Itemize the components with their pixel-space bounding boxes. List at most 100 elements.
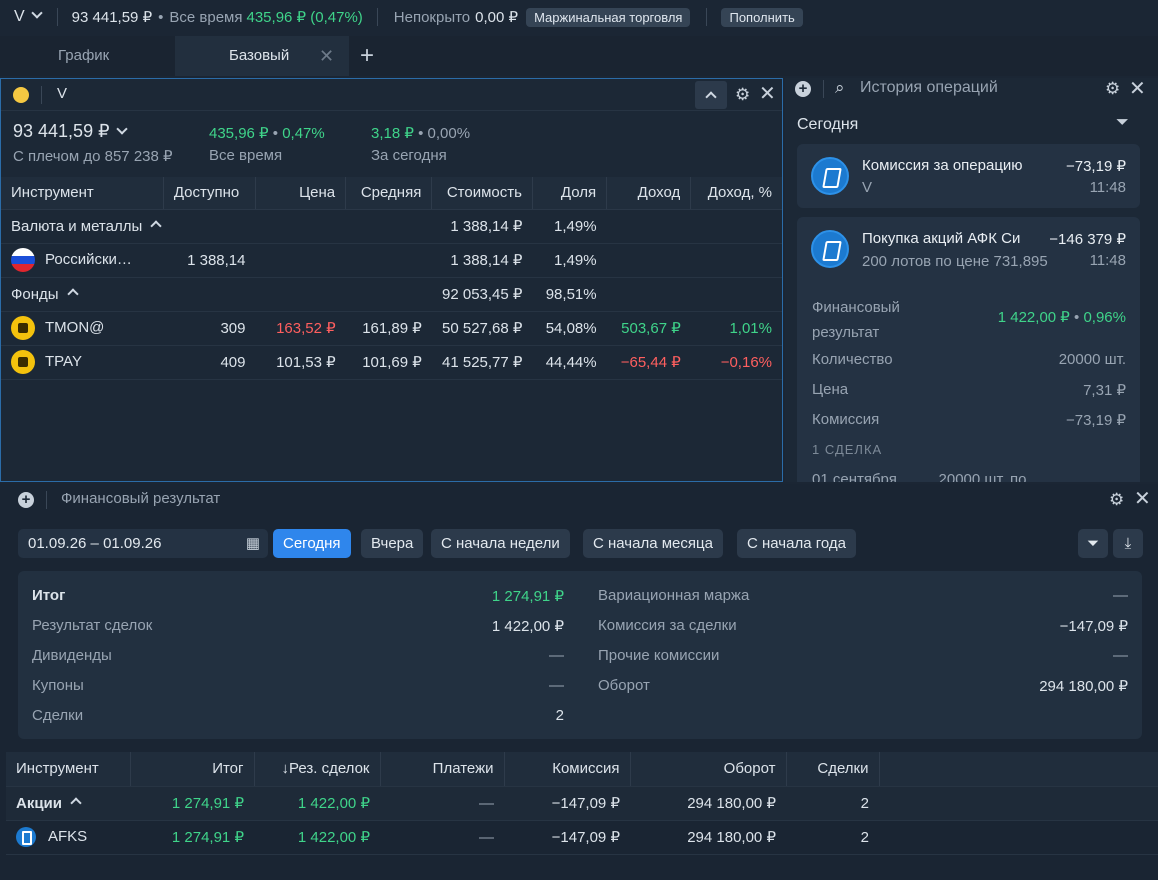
chevron-up-icon: [70, 796, 82, 809]
financial-result-panel: + Финансовый результат ⚙ ✕ 01.09.26 – 01…: [0, 484, 1158, 880]
operation-card[interactable]: Покупка акций АФК Си −146 379 ₽ 200 лото…: [797, 217, 1140, 482]
operation-card[interactable]: Комиссия за операцию −73,19 ₽ V 11:48: [797, 144, 1140, 208]
summary-value: 1 274,91 ₽: [491, 588, 564, 605]
price-cell: 101,53 ₽: [255, 345, 346, 380]
gear-icon[interactable]: ⚙: [735, 85, 750, 105]
total-value: 93 441,59 ₽: [13, 121, 110, 141]
income-pct-cell: 1,01%: [690, 311, 782, 346]
history-panel: + ⌕ История операций ⚙ ✕ Сегодня ⏷ Комис…: [785, 78, 1158, 482]
period-yesterday-button[interactable]: Вчера: [361, 529, 424, 558]
table-row[interactable]: Российски… 1 388,14 1 388,14 ₽ 1,49%: [1, 243, 782, 278]
summary-value: 2: [555, 707, 564, 724]
price-value: 7,31 ₽: [1083, 382, 1126, 399]
available-cell: 409: [163, 345, 256, 380]
search-icon[interactable]: ⌕: [835, 78, 845, 98]
panel-header: V ⚙ ✕: [1, 79, 782, 111]
column-header[interactable]: Комиссия: [503, 752, 630, 787]
all-time-pct: 0,47%: [282, 125, 325, 142]
summary-value: 1 422,00 ₽: [491, 618, 564, 635]
column-header[interactable]: Цена: [254, 177, 346, 210]
period-month-button[interactable]: С начала месяца: [583, 529, 723, 558]
close-icon[interactable]: ✕: [1134, 489, 1151, 509]
column-header[interactable]: Оборот: [629, 752, 786, 787]
summary-label: Прочие комиссии: [598, 647, 720, 664]
column-header[interactable]: Сделки: [785, 752, 879, 787]
date-range-input[interactable]: 01.09.26 – 01.09.26 ▦: [18, 529, 268, 558]
period-today-button[interactable]: Сегодня: [273, 529, 351, 558]
all-time-value: 435,96 ₽ (0,47%): [246, 9, 363, 26]
russia-flag-icon: [11, 248, 35, 272]
column-header[interactable]: Доступно: [162, 177, 256, 210]
group-row[interactable]: Валюта и металлы 1 388,14 ₽ 1,49%: [1, 209, 782, 244]
chevron-up-icon: [66, 287, 79, 300]
collapse-button[interactable]: [695, 81, 727, 109]
chevron-down-icon: [115, 123, 128, 135]
deal-row[interactable]: 01 сентября 20000 шт. по: [812, 471, 1026, 482]
table-row[interactable]: TMON@ 309 163,52 ₽ 161,89 ₽ 50 527,68 ₽ …: [1, 311, 782, 346]
add-tab-icon[interactable]: +: [360, 36, 374, 76]
filter-icon[interactable]: ⏷: [1078, 529, 1108, 558]
price-cell: [255, 243, 346, 278]
column-header[interactable]: Доля: [531, 177, 607, 210]
close-icon[interactable]: ✕: [319, 36, 334, 76]
group-label: Фонды: [11, 285, 59, 303]
group-share: 98,51%: [532, 277, 607, 312]
column-header[interactable]: Инструмент: [6, 752, 130, 787]
account-name: V: [14, 8, 25, 25]
summary-label: Результат сделок: [32, 617, 153, 634]
income-pct-cell: [690, 243, 782, 278]
summary-label: Комиссия за сделки: [598, 617, 737, 634]
column-header[interactable]: Доход, %: [690, 177, 782, 210]
tab-label: Базовый: [229, 47, 290, 64]
summary-value: —: [549, 677, 564, 694]
summary-value: —: [549, 647, 564, 664]
afk-logo-icon: [811, 230, 849, 268]
download-icon[interactable]: ⤓: [1113, 529, 1143, 558]
price-cell: 163,52 ₽: [255, 311, 346, 346]
topup-button[interactable]: Пополнить: [721, 7, 803, 27]
filter-icon[interactable]: ⏷: [1116, 114, 1129, 132]
gear-icon[interactable]: ⚙: [1105, 79, 1120, 99]
column-header[interactable]: Доход: [606, 177, 691, 210]
avg-cell: 161,89 ₽: [345, 311, 432, 346]
tpay-logo-icon: [11, 350, 35, 374]
account-selector[interactable]: V: [14, 7, 43, 26]
tab-basic[interactable]: Базовый ✕: [175, 36, 349, 76]
all-time-label: Все время: [169, 8, 243, 26]
column-header[interactable]: Средняя: [345, 177, 432, 210]
add-widget-icon[interactable]: +: [18, 492, 34, 508]
close-icon[interactable]: ✕: [759, 84, 776, 104]
tmon-logo-icon: [11, 316, 35, 340]
column-header[interactable]: Платежи: [379, 752, 504, 787]
period-year-button[interactable]: С начала года: [737, 529, 856, 558]
column-header[interactable]: Инструмент: [1, 177, 164, 210]
period-week-button[interactable]: С начала недели: [431, 529, 570, 558]
add-widget-icon[interactable]: +: [795, 81, 811, 97]
table-row[interactable]: TPAY 409 101,53 ₽ 101,69 ₽ 41 525,77 ₽ 4…: [1, 345, 782, 380]
close-icon[interactable]: ✕: [1129, 79, 1146, 99]
column-header[interactable]: Стоимость: [431, 177, 533, 210]
table-row[interactable]: AFKS 1 274,91 ₽ 1 422,00 ₽ — −147,09 ₽ 2…: [6, 820, 1158, 855]
gear-icon[interactable]: ⚙: [1109, 490, 1124, 510]
divider: [41, 86, 42, 104]
portfolio-total[interactable]: 93 441,59 ₽: [13, 121, 128, 142]
summary-label: Дивиденды: [32, 647, 112, 664]
operation-title: Комиссия за операцию: [862, 157, 1023, 174]
qty-value: 20000 шт.: [1058, 351, 1126, 368]
panel-title: V: [57, 85, 68, 102]
group-row[interactable]: Фонды 92 053,45 ₽ 98,51%: [1, 277, 782, 312]
fee-value: −73,19 ₽: [1065, 412, 1126, 429]
divider: [46, 491, 47, 509]
operation-amount: −146 379 ₽: [1049, 231, 1126, 248]
column-header[interactable]: Итог: [129, 752, 254, 787]
column-header-sorted[interactable]: ↓Рез. сделок: [253, 752, 380, 787]
today-value: 3,18 ₽: [371, 125, 414, 142]
instrument-name: TPAY: [45, 352, 82, 370]
margin-trading-button[interactable]: Маржинальная торговля: [526, 7, 691, 27]
tab-chart[interactable]: График: [58, 36, 109, 76]
all-time-value: 435,96 ₽: [209, 125, 269, 142]
calendar-icon[interactable]: ▦: [246, 529, 260, 558]
available-cell: 309: [163, 311, 256, 346]
income-pct-cell: −0,16%: [690, 345, 782, 380]
group-row[interactable]: Акции 1 274,91 ₽ 1 422,00 ₽ — −147,09 ₽ …: [6, 786, 1158, 821]
